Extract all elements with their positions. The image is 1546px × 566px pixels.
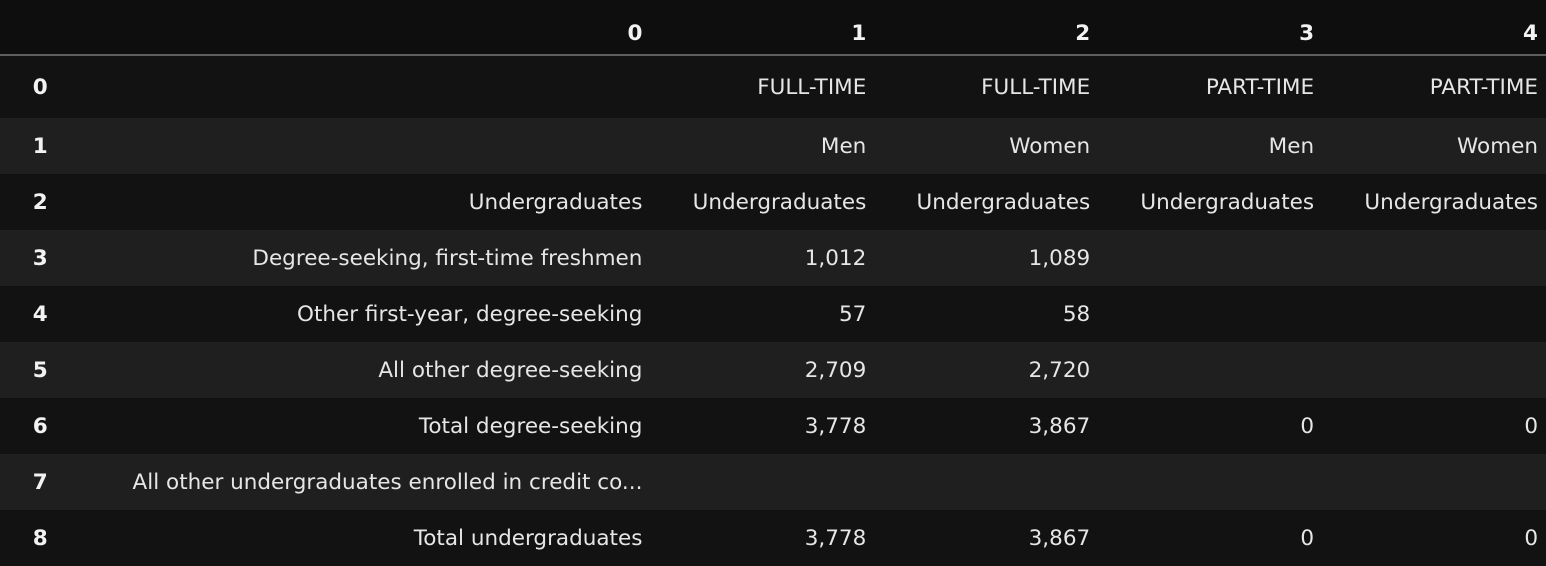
cell-r6-c4[interactable]: 0 (1322, 398, 1546, 454)
cell-r5-c2[interactable]: 2,720 (874, 342, 1098, 398)
cell-r3-c3[interactable] (1098, 230, 1322, 286)
table-body: 0 FULL-TIME FULL-TIME PART-TIME PART-TIM… (0, 55, 1546, 566)
cell-r1-c1[interactable]: Men (650, 118, 874, 174)
cell-r1-c4[interactable]: Women (1322, 118, 1546, 174)
row-index-6: 6 (32, 413, 48, 439)
table-row[interactable]: 0 FULL-TIME FULL-TIME PART-TIME PART-TIM… (0, 55, 1546, 118)
cell-r8-c3[interactable]: 0 (1098, 510, 1322, 566)
cell-r2-c0[interactable]: Undergraduates (56, 174, 651, 230)
cell-r3-c0[interactable]: Degree-seeking, first-time freshmen (56, 230, 651, 286)
table-row[interactable]: 1 Men Women Men Women (0, 118, 1546, 174)
table-row[interactable]: 4 Other first-year, degree-seeking 57 58 (0, 286, 1546, 342)
cell-r0-c3[interactable]: PART-TIME (1098, 55, 1322, 118)
row-index-8: 8 (32, 525, 48, 551)
cell-r1-c0[interactable] (56, 118, 651, 174)
row-index-4: 4 (32, 301, 48, 327)
dataframe-viewer: 0 1 2 3 4 0 FULL-TIME FULL-TIME PART-TIM… (0, 0, 1546, 566)
column-header-2[interactable]: 2 (874, 0, 1099, 56)
table-row[interactable]: 7 All other undergraduates enrolled in c… (0, 454, 1546, 510)
cell-r7-c4[interactable] (1322, 454, 1546, 510)
cell-r6-c0[interactable]: Total degree-seeking (56, 398, 651, 454)
cell-r5-c1[interactable]: 2,709 (650, 342, 874, 398)
column-header-row: 0 1 2 3 4 (0, 0, 1546, 56)
cell-r4-c0[interactable]: Other first-year, degree-seeking (56, 286, 651, 342)
column-header-0[interactable]: 0 (55, 0, 651, 56)
row-index-7: 7 (32, 469, 48, 495)
cell-r3-c1[interactable]: 1,012 (650, 230, 874, 286)
row-index-5: 5 (32, 357, 48, 383)
table-header: 0 1 2 3 4 (0, 0, 1546, 56)
row-index-1: 1 (32, 133, 48, 159)
cell-r8-c1[interactable]: 3,778 (650, 510, 874, 566)
cell-r0-c2[interactable]: FULL-TIME (874, 55, 1098, 118)
cell-r2-c4[interactable]: Undergraduates (1322, 174, 1546, 230)
column-header-1[interactable]: 1 (650, 0, 875, 56)
table-corner-cell (0, 0, 56, 56)
row-index-3: 3 (32, 245, 48, 271)
cell-r4-c3[interactable] (1098, 286, 1322, 342)
cell-r5-c4[interactable] (1322, 342, 1546, 398)
cell-r4-c1[interactable]: 57 (650, 286, 874, 342)
table-row[interactable]: 6 Total degree-seeking 3,778 3,867 0 0 (0, 398, 1546, 454)
row-index-0: 0 (32, 74, 48, 100)
column-header-4[interactable]: 4 (1322, 0, 1546, 56)
cell-r6-c2[interactable]: 3,867 (874, 398, 1098, 454)
cell-r1-c2[interactable]: Women (874, 118, 1098, 174)
cell-r7-c0[interactable]: All other undergraduates enrolled in cre… (56, 454, 651, 510)
cell-r5-c0[interactable]: All other degree-seeking (56, 342, 651, 398)
row-index-2: 2 (32, 189, 48, 215)
cell-r3-c4[interactable] (1322, 230, 1546, 286)
cell-r8-c0[interactable]: Total undergraduates (56, 510, 651, 566)
cell-r7-c2[interactable] (874, 454, 1098, 510)
table-row[interactable]: 2 Undergraduates Undergraduates Undergra… (0, 174, 1546, 230)
cell-r8-c2[interactable]: 3,867 (874, 510, 1098, 566)
cell-r0-c0[interactable] (56, 55, 651, 118)
table-row[interactable]: 5 All other degree-seeking 2,709 2,720 (0, 342, 1546, 398)
table-row[interactable]: 3 Degree-seeking, first-time freshmen 1,… (0, 230, 1546, 286)
cell-r7-c1[interactable] (650, 454, 874, 510)
cell-r2-c1[interactable]: Undergraduates (650, 174, 874, 230)
column-header-3[interactable]: 3 (1098, 0, 1323, 56)
table-row[interactable]: 8 Total undergraduates 3,778 3,867 0 0 (0, 510, 1546, 566)
cell-r0-c4[interactable]: PART-TIME (1322, 55, 1546, 118)
cell-r4-c4[interactable] (1322, 286, 1546, 342)
cell-r2-c2[interactable]: Undergraduates (874, 174, 1098, 230)
cell-r4-c2[interactable]: 58 (874, 286, 1098, 342)
cell-r6-c3[interactable]: 0 (1098, 398, 1322, 454)
dataframe-table: 0 1 2 3 4 0 FULL-TIME FULL-TIME PART-TIM… (0, 0, 1546, 566)
cell-r0-c1[interactable]: FULL-TIME (650, 55, 874, 118)
cell-r3-c2[interactable]: 1,089 (874, 230, 1098, 286)
cell-r8-c4[interactable]: 0 (1322, 510, 1546, 566)
cell-r6-c1[interactable]: 3,778 (650, 398, 874, 454)
cell-r7-c3[interactable] (1098, 454, 1322, 510)
cell-r2-c3[interactable]: Undergraduates (1098, 174, 1322, 230)
cell-r5-c3[interactable] (1098, 342, 1322, 398)
cell-r1-c3[interactable]: Men (1098, 118, 1322, 174)
